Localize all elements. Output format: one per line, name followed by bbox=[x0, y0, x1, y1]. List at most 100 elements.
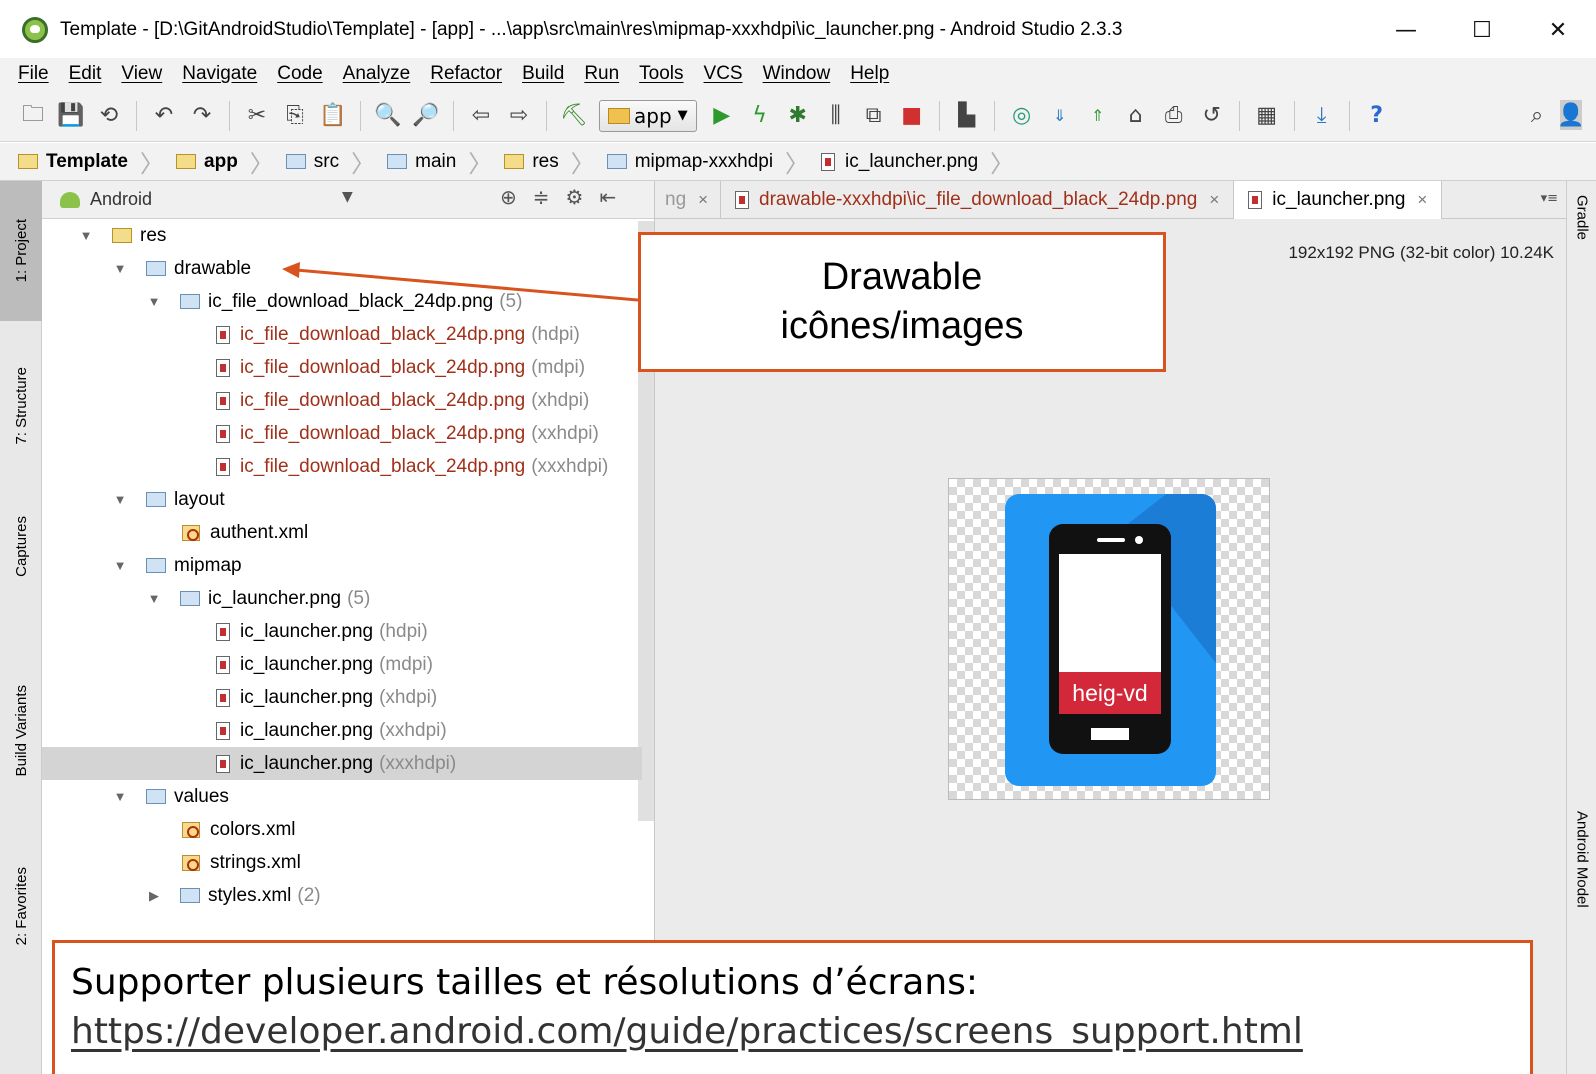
tab-gradle[interactable]: Gradle bbox=[1567, 195, 1596, 305]
expand-arrow-icon[interactable]: ▼ bbox=[112, 261, 128, 276]
tabs-overflow-icon[interactable]: ▾≡ bbox=[1541, 191, 1558, 206]
screens-support-link[interactable]: https://developer.android.com/guide/prac… bbox=[71, 1008, 1530, 1057]
menu-vcs[interactable]: VCS bbox=[704, 63, 743, 85]
menu-window[interactable]: Window bbox=[763, 63, 831, 85]
expand-arrow-icon[interactable]: ▼ bbox=[146, 294, 162, 309]
device-monitor-icon[interactable]: ▙ bbox=[952, 101, 982, 131]
close-icon[interactable]: × bbox=[1417, 190, 1427, 210]
tree-item-strings-xml[interactable]: strings.xml bbox=[42, 846, 642, 879]
vcs-commit-icon[interactable]: ⇑ bbox=[1083, 101, 1113, 131]
tab-favorites[interactable]: 2: Favorites bbox=[0, 841, 42, 971]
tree-item-ic-file-download-xhdpi[interactable]: ic_file_download_black_24dp.png (xhdpi) bbox=[42, 384, 642, 417]
tab-android-model[interactable]: Android Model bbox=[1567, 811, 1596, 981]
project-structure-icon[interactable]: ▦ bbox=[1252, 101, 1282, 131]
sync-icon[interactable]: ⟲ bbox=[94, 101, 124, 131]
breadcrumb-ic-launcher[interactable]: ic_launcher.png 〉 bbox=[821, 143, 1026, 181]
menu-help[interactable]: Help bbox=[850, 63, 889, 85]
sdk-manager-icon[interactable]: ⌂ bbox=[1121, 101, 1151, 131]
back-icon[interactable]: ⇦ bbox=[466, 101, 496, 131]
maximize-button[interactable]: ☐ bbox=[1444, 0, 1520, 60]
profile-icon[interactable]: ⫼ bbox=[821, 101, 851, 131]
breadcrumb-src[interactable]: src 〉 bbox=[285, 143, 387, 181]
save-icon[interactable]: 💾 bbox=[56, 101, 86, 131]
replace-icon[interactable]: 🔎 bbox=[411, 101, 441, 131]
chevron-down-icon[interactable]: ▼ bbox=[342, 189, 353, 205]
copy-icon[interactable]: ⎘ bbox=[280, 101, 310, 131]
expand-arrow-icon[interactable]: ▶ bbox=[146, 888, 162, 904]
tree-item-ic-launcher-xxxhdpi[interactable]: ic_launcher.png (xxxhdpi) bbox=[42, 747, 642, 780]
menu-tools[interactable]: Tools bbox=[639, 63, 683, 85]
stop-icon[interactable]: ■ bbox=[897, 101, 927, 131]
search-everywhere-icon[interactable]: ⌕ bbox=[1522, 100, 1552, 130]
tree-item-ic-file-download-mdpi[interactable]: ic_file_download_black_24dp.png (mdpi) bbox=[42, 351, 642, 384]
tree-item-ic-launcher-mdpi[interactable]: ic_launcher.png (mdpi) bbox=[42, 648, 642, 681]
tree-item-values[interactable]: ▼ values bbox=[42, 780, 642, 813]
menu-file[interactable]: File bbox=[18, 63, 49, 85]
avd-manager-icon[interactable]: ⎙ bbox=[1159, 101, 1189, 131]
open-folder-icon[interactable]: 🗀 bbox=[18, 101, 48, 131]
tree-item-ic-launcher-xxhdpi[interactable]: ic_launcher.png (xxhdpi) bbox=[42, 714, 642, 747]
cut-icon[interactable]: ✂ bbox=[242, 101, 272, 131]
run-config-dropdown[interactable]: app ▼ bbox=[599, 99, 697, 132]
gradle-sync-icon[interactable]: ◎ bbox=[1007, 101, 1037, 131]
tab-build-variants[interactable]: Build Variants bbox=[0, 651, 42, 811]
redo-icon[interactable]: ↷ bbox=[187, 101, 217, 131]
tab-truncated[interactable]: ng × bbox=[655, 180, 721, 219]
menu-navigate[interactable]: Navigate bbox=[182, 63, 257, 85]
menu-view[interactable]: View bbox=[121, 63, 162, 85]
run-icon[interactable]: ▶ bbox=[707, 101, 737, 131]
menu-analyze[interactable]: Analyze bbox=[343, 63, 411, 85]
expand-arrow-icon[interactable]: ▼ bbox=[112, 789, 128, 804]
tab-ic-launcher[interactable]: ic_launcher.png × bbox=[1234, 180, 1443, 219]
menu-code[interactable]: Code bbox=[277, 63, 322, 85]
expand-arrow-icon[interactable]: ▼ bbox=[78, 228, 94, 243]
undo-icon[interactable]: ↶ bbox=[149, 101, 179, 131]
forward-icon[interactable]: ⇨ bbox=[504, 101, 534, 131]
help-icon[interactable]: ? bbox=[1362, 101, 1392, 131]
tree-item-ic-launcher-hdpi[interactable]: ic_launcher.png (hdpi) bbox=[42, 615, 642, 648]
menu-run[interactable]: Run bbox=[584, 63, 619, 85]
project-view-selector[interactable]: Android bbox=[90, 189, 152, 210]
tree-item-ic-file-download-group[interactable]: ▼ ic_file_download_black_24dp.png (5) bbox=[42, 285, 642, 318]
attach-debugger-icon[interactable]: ⧉ bbox=[859, 101, 889, 131]
paste-icon[interactable]: 📋 bbox=[318, 101, 348, 131]
menu-refactor[interactable]: Refactor bbox=[430, 63, 502, 85]
tab-captures[interactable]: Captures bbox=[0, 486, 42, 606]
tree-item-ic-file-download-hdpi[interactable]: ic_file_download_black_24dp.png (hdpi) bbox=[42, 318, 642, 351]
tree-item-authent-xml[interactable]: authent.xml bbox=[42, 516, 642, 549]
locate-icon[interactable]: ⊕ bbox=[500, 185, 517, 209]
make-project-icon[interactable]: ⛏ bbox=[559, 101, 589, 131]
tab-project[interactable]: 1: Project bbox=[0, 181, 42, 321]
find-icon[interactable]: 🔍 bbox=[373, 101, 403, 131]
instant-run-icon[interactable]: ϟ bbox=[745, 101, 775, 131]
expand-arrow-icon[interactable]: ▼ bbox=[146, 591, 162, 606]
breadcrumb-app[interactable]: app 〉 bbox=[176, 143, 286, 181]
breadcrumb-main[interactable]: main 〉 bbox=[387, 143, 504, 181]
tab-structure[interactable]: 7: Structure bbox=[0, 331, 42, 481]
collapse-all-icon[interactable]: ≑ bbox=[533, 185, 550, 209]
tab-drawable-ic-file-download[interactable]: drawable-xxxhdpi\ic_file_download_black_… bbox=[721, 180, 1235, 219]
close-icon[interactable]: × bbox=[1209, 190, 1219, 210]
breadcrumb-template[interactable]: Template 〉 bbox=[18, 143, 176, 181]
breadcrumb-res[interactable]: res 〉 bbox=[504, 143, 606, 181]
tree-item-layout[interactable]: ▼ layout bbox=[42, 483, 642, 516]
tree-item-res[interactable]: ▼ res bbox=[42, 219, 642, 252]
minimize-button[interactable]: — bbox=[1368, 0, 1444, 60]
menu-edit[interactable]: Edit bbox=[69, 63, 102, 85]
menu-build[interactable]: Build bbox=[522, 63, 564, 85]
close-icon[interactable]: × bbox=[698, 190, 708, 210]
vcs-update-icon[interactable]: ⇓ bbox=[1045, 101, 1075, 131]
debug-icon[interactable]: ✱ bbox=[783, 101, 813, 131]
user-icon[interactable]: 👤 bbox=[1557, 100, 1585, 130]
tree-item-colors-xml[interactable]: colors.xml bbox=[42, 813, 642, 846]
hide-panel-icon[interactable]: ⇤ bbox=[599, 185, 616, 209]
tree-item-ic-file-download-xxhdpi[interactable]: ic_file_download_black_24dp.png (xxhdpi) bbox=[42, 417, 642, 450]
settings-gear-icon[interactable]: ⚙ bbox=[566, 185, 584, 209]
close-button[interactable]: ✕ bbox=[1520, 0, 1596, 60]
tree-item-ic-file-download-xxxhdpi[interactable]: ic_file_download_black_24dp.png (xxxhdpi… bbox=[42, 450, 642, 483]
revert-icon[interactable]: ↺ bbox=[1197, 101, 1227, 131]
tree-item-drawable[interactable]: ▼ drawable bbox=[42, 252, 642, 285]
breadcrumb-mipmap-xxxhdpi[interactable]: mipmap-xxxhdpi 〉 bbox=[606, 143, 821, 181]
download-sdk-icon[interactable]: ⤓ bbox=[1307, 101, 1337, 131]
tree-item-mipmap[interactable]: ▼ mipmap bbox=[42, 549, 642, 582]
